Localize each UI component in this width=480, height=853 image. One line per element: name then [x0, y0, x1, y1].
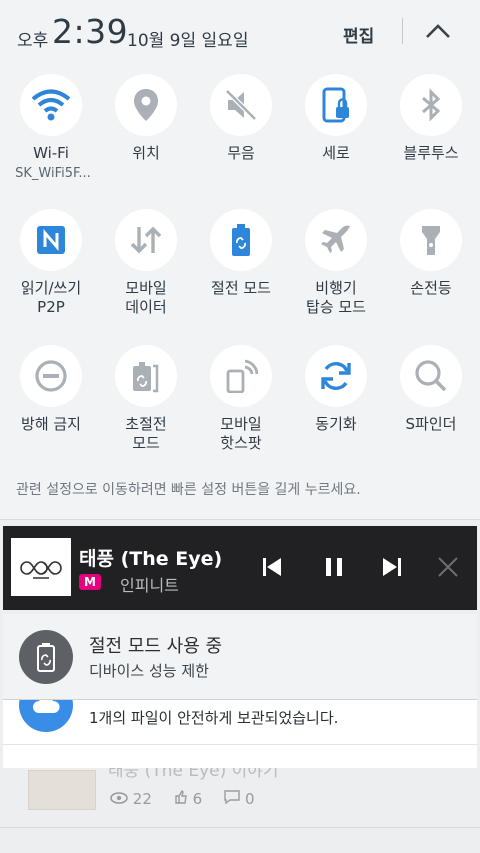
s-finder-icon — [400, 345, 462, 407]
tile-label: 초절전 모드 — [125, 415, 167, 452]
next-icon — [383, 558, 401, 576]
power-saving-notification[interactable]: 절전 모드 사용 중 디바이스 성능 제한 — [3, 614, 477, 700]
ampm-label: 오후 — [17, 31, 49, 51]
notification-list: 1개의 파일이 안전하게 보관되었습니다. 절전 모드 사용 중 디바이스 성능… — [3, 614, 477, 768]
next-button[interactable] — [379, 554, 405, 580]
views-stat: 22 — [110, 790, 152, 808]
tile-bluetooth[interactable]: 블루투스 — [383, 74, 479, 194]
settings-hint: 관련 설정으로 이동하려면 빠른 설정 버튼을 길게 누르세요. — [16, 482, 361, 498]
wifi-ssid: SK_WiFi5F... — [15, 166, 91, 181]
tile-sync[interactable]: 동기화 — [288, 345, 384, 465]
sync-icon — [305, 345, 367, 407]
tile-label: 모바일 핫스팟 — [220, 415, 262, 452]
tile-flashlight[interactable]: 손전등 — [383, 209, 479, 329]
chevron-up-icon — [426, 24, 450, 38]
wifi-icon — [20, 74, 82, 136]
tile-label: 위치 — [132, 144, 160, 162]
thumbs-up-icon — [175, 789, 187, 804]
power-saving-subtitle: 디바이스 성능 제한 — [89, 662, 209, 680]
tile-label: 세로 — [322, 144, 350, 162]
tile-label: 방해 금지 — [21, 415, 81, 433]
tile-power-saving[interactable]: 절전 모드 — [193, 209, 289, 329]
tile-label: 블루투스 — [403, 144, 459, 162]
comments-count: 0 — [244, 790, 255, 808]
airplane-icon — [305, 209, 367, 271]
clock: 2:39 — [52, 12, 129, 51]
portrait-lock-icon — [305, 74, 367, 136]
power-saving-icon — [210, 209, 272, 271]
bluetooth-icon — [400, 74, 462, 136]
tile-s-finder[interactable]: S파인더 — [383, 345, 479, 465]
tile-mobile-data[interactable]: 모바일 데이터 — [98, 209, 194, 329]
comment-icon — [224, 790, 240, 805]
collapse-panel-button[interactable] — [424, 20, 452, 42]
tile-nfc[interactable]: 읽기/쓰기 P2P — [3, 209, 99, 329]
edit-button[interactable]: 편집 — [343, 22, 374, 47]
views-count: 22 — [132, 790, 152, 808]
tile-label: Wi-Fi — [33, 144, 69, 162]
comments-stat: 0 — [224, 790, 255, 808]
status-header: 오후 2:39 10월 9일 일요일 편집 — [0, 0, 480, 62]
music-app-logo: M — [79, 574, 101, 590]
tile-label: 동기화 — [315, 415, 357, 433]
cloud-notification-text[interactable]: 1개의 파일이 안전하게 보관되었습니다. — [89, 707, 338, 728]
nfc-icon — [20, 209, 82, 271]
tile-label: 비행기 탑승 모드 — [306, 279, 366, 316]
artist-name: 인피니트 — [120, 576, 179, 595]
close-icon — [438, 557, 458, 577]
tile-wifi[interactable]: Wi-Fi SK_WiFi5F... — [3, 74, 99, 194]
location-icon — [115, 74, 177, 136]
likes-stat: 6 — [174, 789, 203, 808]
tile-label: 모바일 데이터 — [125, 279, 167, 316]
eye-icon — [110, 792, 128, 804]
ultra-power-saving-icon — [115, 345, 177, 407]
media-player[interactable]: 태풍 (The Eye) M 인피니트 — [3, 526, 477, 610]
tile-hotspot[interactable]: 모바일 핫스팟 — [193, 345, 289, 465]
tile-label: S파인더 — [405, 415, 457, 433]
likes-count: 6 — [192, 790, 203, 808]
flashlight-icon — [400, 209, 462, 271]
date-label: 10월 9일 일요일 — [127, 31, 249, 51]
tile-label: 손전등 — [410, 279, 452, 297]
post-stats: 22 6 0 — [110, 789, 255, 808]
post-thumbnail — [28, 770, 96, 810]
pause-button[interactable] — [321, 554, 347, 580]
header-separator — [402, 18, 403, 44]
tile-label: 절전 모드 — [211, 279, 271, 297]
divider — [0, 827, 480, 828]
quick-settings-panel: 오후 2:39 10월 9일 일요일 편집 Wi-Fi SK_WiFi5F...… — [0, 0, 480, 520]
do-not-disturb-icon — [20, 345, 82, 407]
tile-location[interactable]: 위치 — [98, 74, 194, 194]
hotspot-icon — [210, 345, 272, 407]
previous-button[interactable] — [259, 554, 285, 580]
album-art — [11, 538, 71, 596]
tile-ultra-power-saving[interactable]: 초절전 모드 — [98, 345, 194, 465]
tile-airplane[interactable]: 비행기 탑승 모드 — [288, 209, 384, 329]
previous-icon — [263, 558, 281, 576]
tile-label: 무음 — [227, 144, 255, 162]
mobile-data-icon — [115, 209, 177, 271]
tile-label: 읽기/쓰기 P2P — [20, 279, 82, 316]
tile-mute[interactable]: 무음 — [193, 74, 289, 194]
tile-do-not-disturb[interactable]: 방해 금지 — [3, 345, 99, 465]
song-title: 태풍 (The Eye) — [79, 548, 223, 570]
power-saving-title: 절전 모드 사용 중 — [89, 636, 223, 657]
mute-icon — [210, 74, 272, 136]
tile-portrait[interactable]: 세로 — [288, 74, 384, 194]
pause-icon — [326, 558, 342, 576]
divider — [3, 744, 477, 745]
close-player-button[interactable] — [435, 554, 461, 580]
power-saving-icon — [19, 630, 73, 684]
